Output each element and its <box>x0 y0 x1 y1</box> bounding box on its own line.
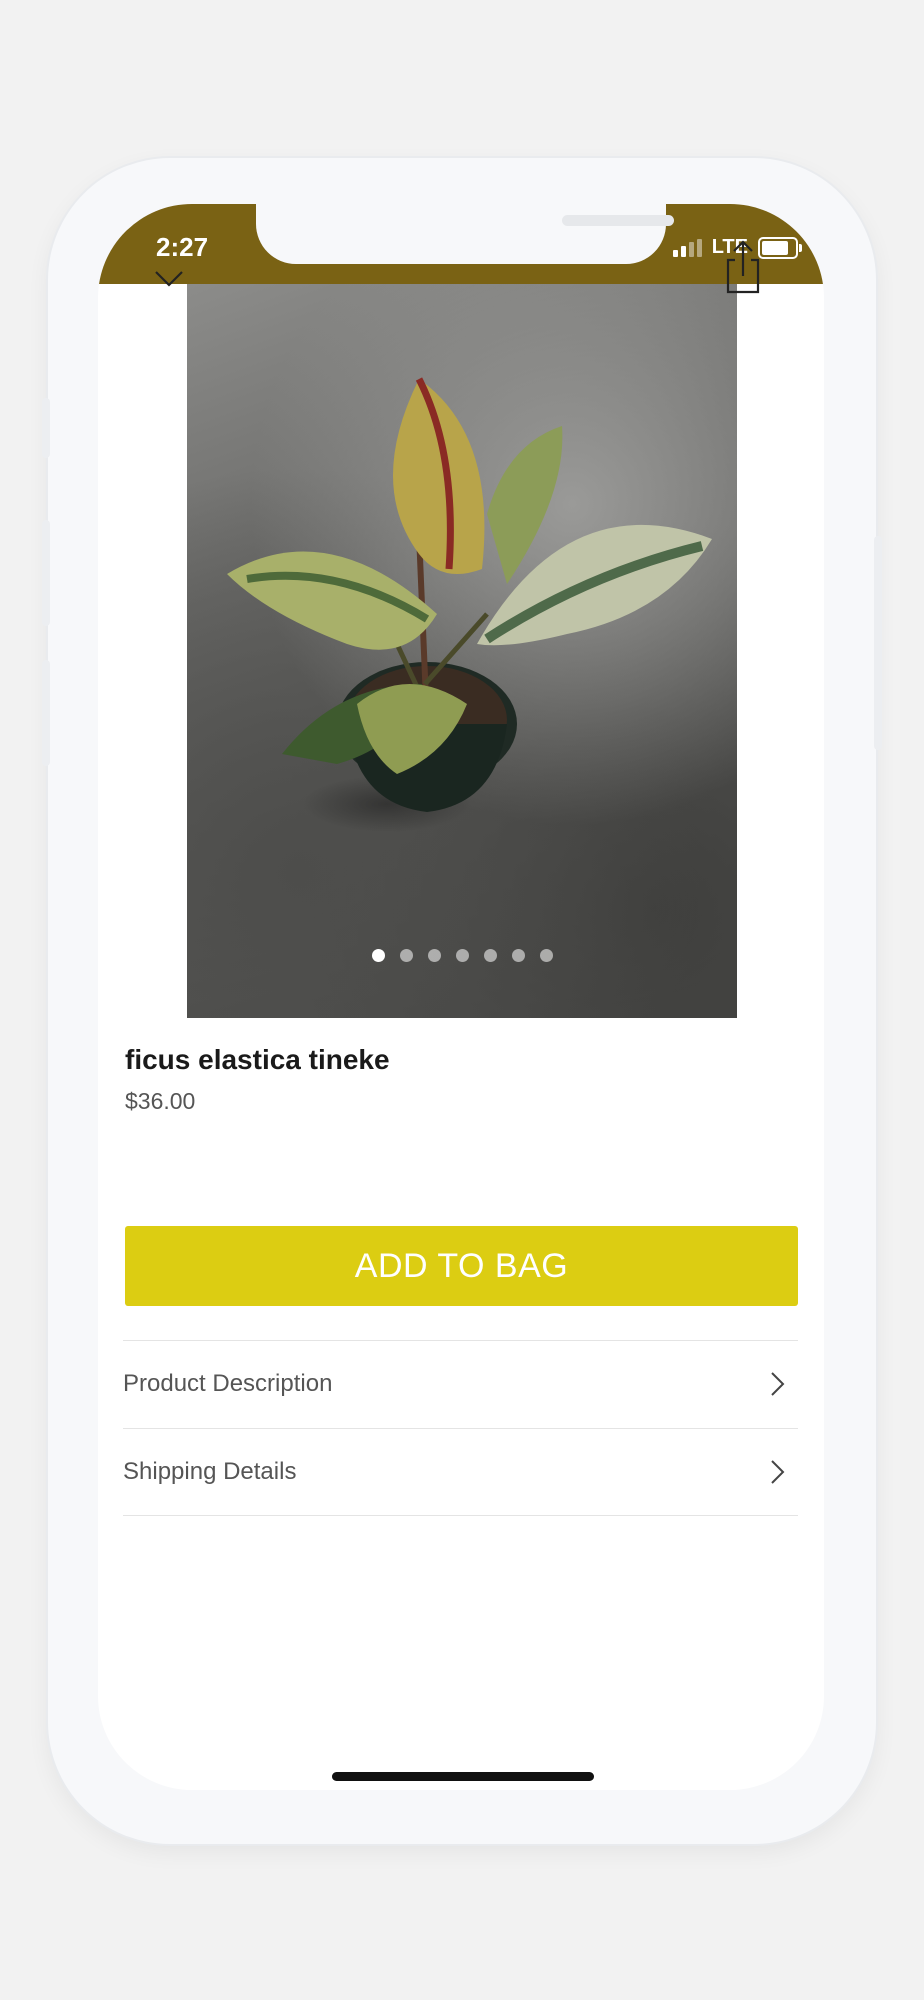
chevron-right-icon <box>771 1372 785 1396</box>
row-label: Shipping Details <box>123 1458 297 1485</box>
power-button <box>874 536 882 750</box>
home-indicator[interactable] <box>332 1772 594 1781</box>
product-name: ficus elastica tineke <box>125 1044 390 1075</box>
pagination-dot[interactable] <box>455 949 469 962</box>
signal-icon <box>672 238 702 257</box>
share-icon <box>726 240 760 294</box>
pagination-dot[interactable] <box>427 949 441 962</box>
pagination-dot[interactable] <box>483 949 497 962</box>
chevron-down-icon <box>155 271 183 287</box>
status-bar: 2:27 LTE <box>98 204 824 284</box>
volume-down-button <box>42 660 50 766</box>
pagination-dot[interactable] <box>399 949 413 962</box>
product-description-row[interactable]: Product Description <box>123 1340 798 1427</box>
pagination-dot[interactable] <box>511 949 525 962</box>
chevron-right-icon <box>771 1460 785 1484</box>
notch <box>256 204 674 264</box>
pagination-dot[interactable] <box>539 949 553 962</box>
shipping-details-row[interactable]: Shipping Details <box>123 1428 798 1516</box>
mute-switch <box>42 398 50 458</box>
add-to-bag-button[interactable]: ADD TO BAG <box>125 1226 798 1306</box>
gallery-pagination <box>187 949 737 962</box>
speaker-grill <box>562 215 674 226</box>
plant-illustration <box>227 377 712 812</box>
close-button[interactable] <box>150 256 200 306</box>
share-button[interactable] <box>718 238 768 298</box>
app-screen: 2:27 LTE ficus elastica tineke $36.00 AD… <box>98 204 824 1790</box>
product-image[interactable] <box>187 284 737 1018</box>
product-price: $36.00 <box>125 1088 196 1114</box>
volume-up-button <box>42 520 50 626</box>
pagination-dot[interactable] <box>371 949 385 962</box>
row-label: Product Description <box>123 1370 333 1397</box>
